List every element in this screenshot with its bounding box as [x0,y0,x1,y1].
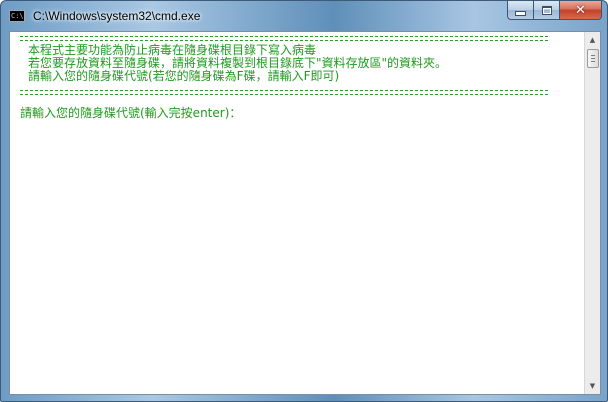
separator-top [20,36,548,41]
console-area: 本程式主要功能為防止病毒在隨身碟根目錄下寫入病毒 若您要存放資料至隨身碟，請將資… [9,31,601,395]
minimize-button[interactable] [507,1,533,20]
vertical-scrollbar[interactable]: ▲ ▼ [584,32,600,394]
window-title: C:\Windows\system32\cmd.exe [33,9,201,23]
title-bar[interactable]: C:\ C:\Windows\system32\cmd.exe ✕ [1,1,607,31]
separator-bottom [20,90,548,95]
close-icon: ✕ [575,2,586,18]
maximize-icon [541,5,552,15]
caption-buttons: ✕ [507,1,602,20]
cmd-icon[interactable]: C:\ [9,10,25,22]
maximize-button[interactable] [533,1,559,20]
console-prompt[interactable]: 請輸入您的隨身碟代號(輸入完按enter)： [20,107,241,120]
console-output[interactable]: 本程式主要功能為防止病毒在隨身碟根目錄下寫入病毒 若您要存放資料至隨身碟，請將資… [10,32,584,394]
scroll-thumb[interactable] [587,49,599,68]
close-button[interactable]: ✕ [559,1,602,20]
scroll-up-icon[interactable]: ▲ [585,32,600,48]
cmd-window: C:\ C:\Windows\system32\cmd.exe ✕ 本程式主要功… [0,0,608,402]
scroll-down-icon[interactable]: ▼ [585,378,600,394]
console-line-3: 請輸入您的隨身碟代號(若您的隨身碟為F碟，請輸入F即可) [28,69,340,83]
minimize-icon [515,10,526,16]
